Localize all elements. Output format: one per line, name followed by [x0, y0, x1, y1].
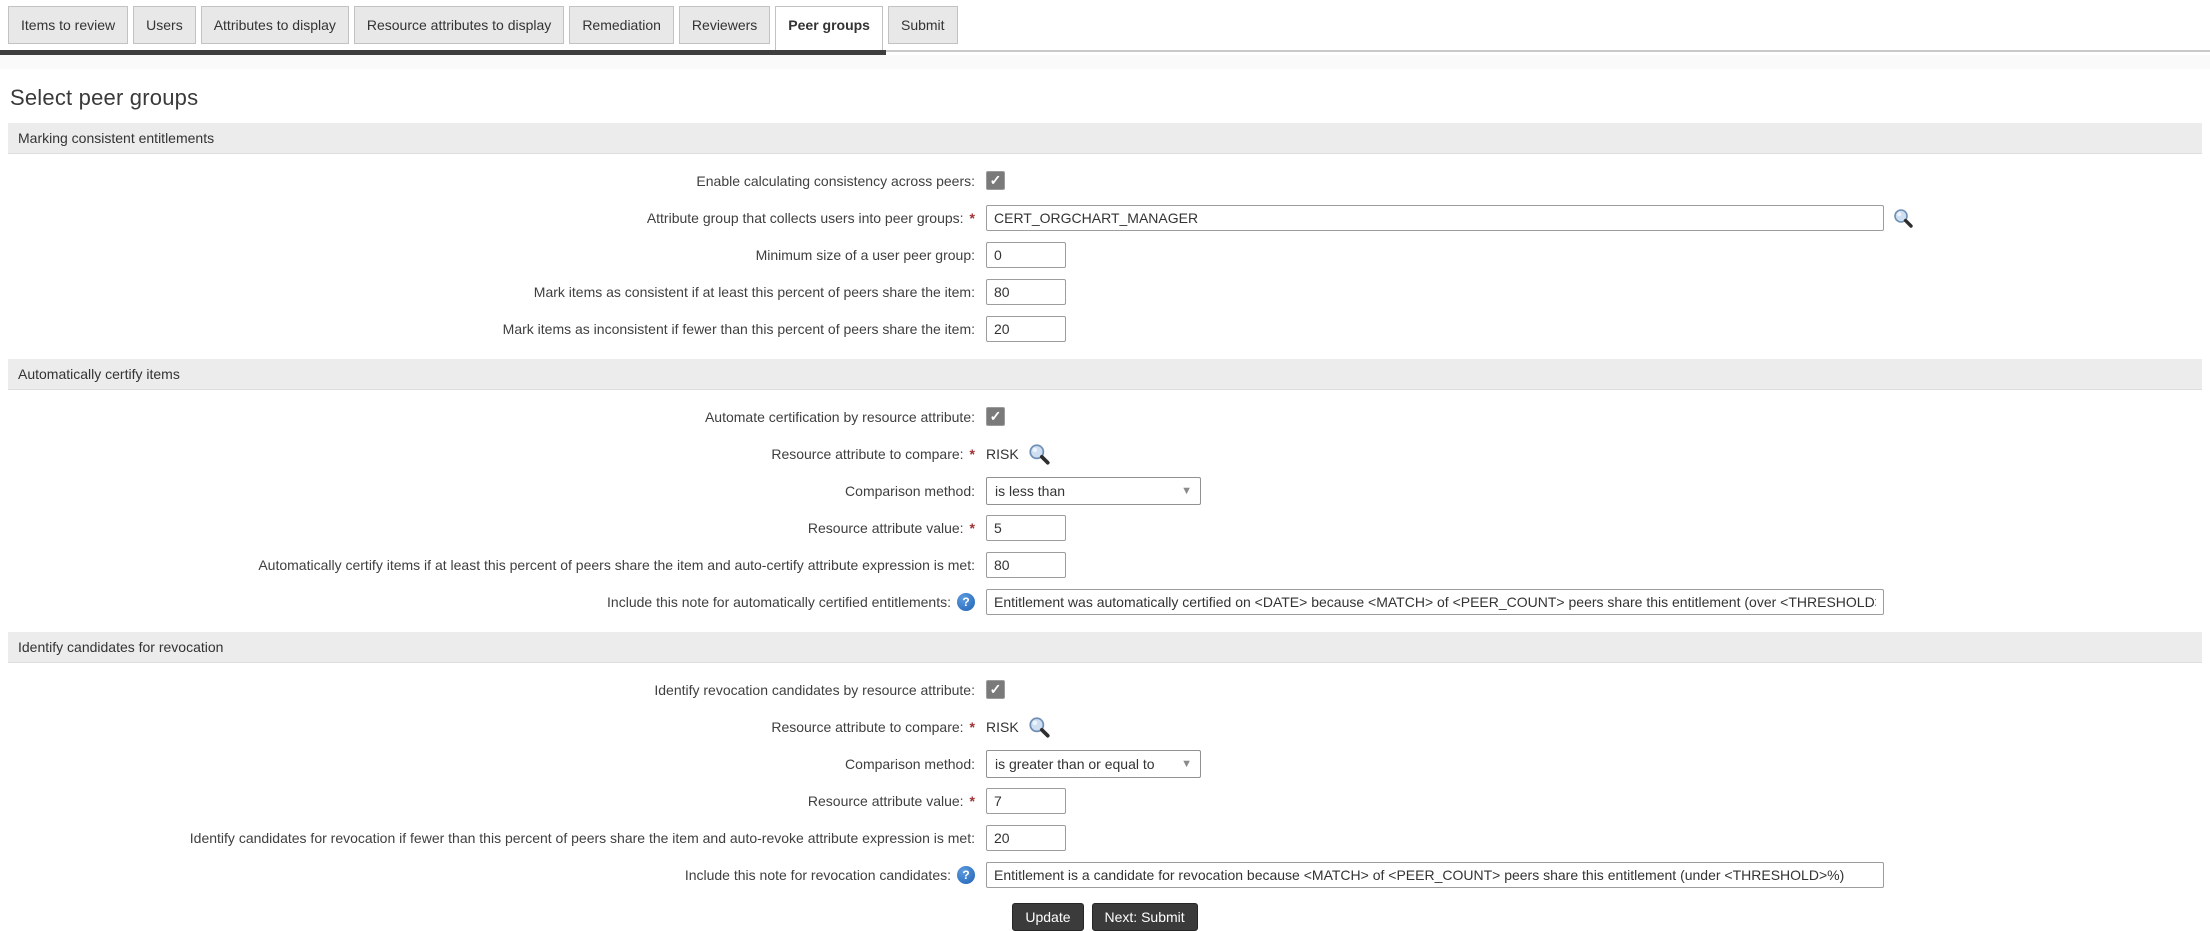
- selected-option: is greater than or equal to: [995, 756, 1155, 772]
- row-automate-certification: Automate certification by resource attri…: [0, 398, 2210, 435]
- certify-comparison-method-select[interactable]: is less than ▼: [986, 477, 1201, 505]
- tab-reviewers[interactable]: Reviewers: [679, 6, 770, 44]
- tab-items-to-review[interactable]: Items to review: [8, 6, 128, 44]
- field-label: Resource attribute value:: [808, 793, 964, 809]
- attribute-group-input[interactable]: [986, 205, 1884, 231]
- row-auto-certify-percent: Automatically certify items if at least …: [0, 546, 2210, 583]
- header-strip: [0, 55, 2210, 69]
- min-peer-group-size-input[interactable]: [986, 242, 1066, 268]
- tab-resource-attributes-to-display[interactable]: Resource attributes to display: [354, 6, 564, 44]
- tab-underline-dark-bar: [0, 50, 886, 55]
- field-label: Enable calculating consistency across pe…: [696, 173, 975, 189]
- section-identify-candidates-for-revocation: Identify revocation candidates by resour…: [0, 663, 2210, 897]
- required-marker: *: [970, 719, 975, 735]
- check-icon: ✓: [990, 172, 1002, 188]
- tab-submit[interactable]: Submit: [888, 6, 958, 44]
- section-automatically-certify-items: Automate certification by resource attri…: [0, 390, 2210, 624]
- field-label: Attribute group that collects users into…: [647, 210, 964, 226]
- row-revocation-note: Include this note for revocation candida…: [0, 856, 2210, 893]
- row-certify-attribute-value: Resource attribute value: *: [0, 509, 2210, 546]
- next-submit-button[interactable]: Next: Submit: [1092, 903, 1198, 931]
- revocation-note-input[interactable]: [986, 862, 1884, 888]
- section-header-identify-candidates-for-revocation: Identify candidates for revocation: [8, 632, 2202, 663]
- row-revoke-comparison-method: Comparison method: is greater than or eq…: [0, 745, 2210, 782]
- row-certify-comparison-method: Comparison method: is less than ▼: [0, 472, 2210, 509]
- consistent-percent-input[interactable]: [986, 279, 1066, 305]
- row-consistent-percent: Mark items as consistent if at least thi…: [0, 273, 2210, 310]
- field-label: Identify revocation candidates by resour…: [654, 682, 975, 698]
- section-header-marking-consistent-entitlements: Marking consistent entitlements: [8, 123, 2202, 154]
- search-icon[interactable]: [1027, 442, 1051, 466]
- auto-revoke-percent-input[interactable]: [986, 825, 1066, 851]
- required-marker: *: [970, 520, 975, 536]
- update-button[interactable]: Update: [1012, 903, 1083, 931]
- help-icon[interactable]: ?: [957, 866, 975, 884]
- revoke-comparison-method-select[interactable]: is greater than or equal to ▼: [986, 750, 1201, 778]
- chevron-down-icon: ▼: [1181, 758, 1192, 770]
- tab-peer-groups[interactable]: Peer groups: [775, 6, 883, 50]
- row-certified-note: Include this note for automatically cert…: [0, 583, 2210, 620]
- automate-certification-checkbox[interactable]: ✓: [986, 407, 1005, 426]
- field-label: Automatically certify items if at least …: [258, 557, 975, 573]
- tab-bar: Items to review Users Attributes to disp…: [0, 0, 2210, 50]
- field-label: Mark items as inconsistent if fewer than…: [503, 321, 975, 337]
- section-marking-consistent-entitlements: Enable calculating consistency across pe…: [0, 154, 2210, 351]
- auto-certify-percent-input[interactable]: [986, 552, 1066, 578]
- field-label: Comparison method:: [845, 756, 975, 772]
- search-icon[interactable]: [1027, 715, 1051, 739]
- tab-users[interactable]: Users: [133, 6, 196, 44]
- row-enable-consistency: Enable calculating consistency across pe…: [0, 162, 2210, 199]
- enable-consistency-checkbox[interactable]: ✓: [986, 171, 1005, 190]
- action-bar: Update Next: Submit: [0, 903, 2210, 931]
- selected-option: is less than: [995, 483, 1065, 499]
- row-certify-resource-attribute: Resource attribute to compare: * RISK: [0, 435, 2210, 472]
- help-icon[interactable]: ?: [957, 593, 975, 611]
- field-label: Identify candidates for revocation if fe…: [190, 830, 975, 846]
- field-label: Mark items as consistent if at least thi…: [534, 284, 975, 300]
- field-label: Include this note for automatically cert…: [607, 594, 951, 610]
- page-title: Select peer groups: [10, 85, 2210, 111]
- tab-attributes-to-display[interactable]: Attributes to display: [201, 6, 349, 44]
- field-label: Include this note for revocation candida…: [685, 867, 951, 883]
- certify-resource-attribute-value: RISK: [986, 446, 1019, 462]
- tab-remediation[interactable]: Remediation: [569, 6, 674, 44]
- row-min-peer-group-size: Minimum size of a user peer group:: [0, 236, 2210, 273]
- tab-underline: [0, 50, 2210, 55]
- required-marker: *: [970, 446, 975, 462]
- row-revoke-resource-attribute: Resource attribute to compare: * RISK: [0, 708, 2210, 745]
- field-label: Automate certification by resource attri…: [705, 409, 975, 425]
- field-label: Resource attribute value:: [808, 520, 964, 536]
- required-marker: *: [970, 793, 975, 809]
- required-marker: *: [970, 210, 975, 226]
- field-label: Resource attribute to compare:: [771, 719, 963, 735]
- row-attribute-group: Attribute group that collects users into…: [0, 199, 2210, 236]
- certify-attribute-value-input[interactable]: [986, 515, 1066, 541]
- check-icon: ✓: [990, 681, 1002, 697]
- row-revoke-attribute-value: Resource attribute value: *: [0, 782, 2210, 819]
- certified-note-input[interactable]: [986, 589, 1884, 615]
- revoke-resource-attribute-value: RISK: [986, 719, 1019, 735]
- field-label: Minimum size of a user peer group:: [756, 247, 975, 263]
- chevron-down-icon: ▼: [1181, 485, 1192, 497]
- field-label: Comparison method:: [845, 483, 975, 499]
- field-label: Resource attribute to compare:: [771, 446, 963, 462]
- row-identify-revocation: Identify revocation candidates by resour…: [0, 671, 2210, 708]
- row-auto-revoke-percent: Identify candidates for revocation if fe…: [0, 819, 2210, 856]
- identify-revocation-checkbox[interactable]: ✓: [986, 680, 1005, 699]
- section-header-automatically-certify-items: Automatically certify items: [8, 359, 2202, 390]
- search-icon[interactable]: [1892, 207, 1914, 229]
- revoke-attribute-value-input[interactable]: [986, 788, 1066, 814]
- inconsistent-percent-input[interactable]: [986, 316, 1066, 342]
- check-icon: ✓: [990, 408, 1002, 424]
- row-inconsistent-percent: Mark items as inconsistent if fewer than…: [0, 310, 2210, 347]
